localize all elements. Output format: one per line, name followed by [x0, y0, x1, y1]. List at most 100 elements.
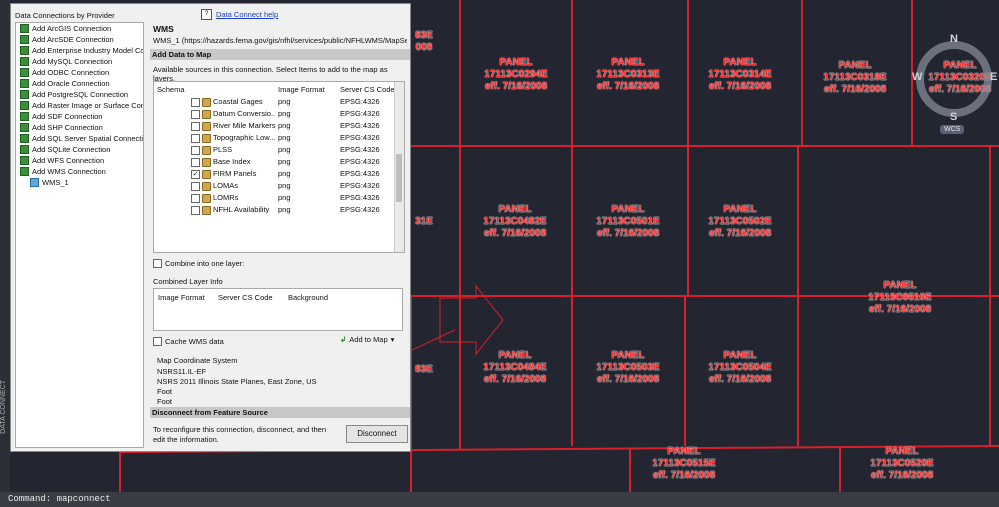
layer-format: png [278, 133, 291, 142]
connection-icon [20, 145, 29, 154]
layers-table[interactable]: Schema Image Format Server CS Code Coast… [153, 81, 405, 253]
layer-name: LOMRs [213, 193, 239, 202]
help-link-group[interactable]: ? Data Connect help [201, 9, 278, 20]
add-to-map-button[interactable]: ↲ Add to Map ▾ [340, 335, 394, 344]
layer-cs: EPSG:4326 [340, 121, 380, 130]
panel-label: PANEL 17113C0482E eff. 7/16/2008 [483, 204, 547, 239]
column-header-cs[interactable]: Server CS Code [340, 85, 395, 94]
layer-row[interactable]: LOMRs png EPSG:4326 [154, 192, 394, 204]
layer-checkbox[interactable] [191, 146, 200, 155]
disconnect-description: To reconfigure this connection, disconne… [153, 425, 327, 444]
provider-label: Add Raster Image or Surface Con [32, 101, 143, 110]
layer-row-firm-panels[interactable]: ✓ FIRM Panels png EPSG:4326 [154, 168, 394, 180]
layer-icon [202, 134, 211, 143]
cache-checkbox[interactable] [153, 337, 162, 346]
layer-row[interactable]: NFHL Availability png EPSG:4326 [154, 204, 394, 216]
providers-title: Data Connections by Provider [15, 11, 115, 20]
layer-cs: EPSG:4326 [340, 205, 380, 214]
layer-checkbox[interactable] [191, 206, 200, 215]
layer-cs: EPSG:4326 [340, 109, 380, 118]
compass-north[interactable]: N [950, 33, 958, 45]
compass-ring-icon [916, 41, 992, 117]
panel-label: PANEL 17113C0501E eff. 7/16/2008 [596, 204, 660, 239]
panel-label: PANEL 17113C0318E eff. 7/16/2008 [823, 60, 887, 95]
disconnect-button[interactable]: Disconnect [346, 425, 408, 443]
provider-item[interactable]: Add SHP Connection [16, 122, 143, 133]
mcs-code: NSRS11.IL-EF [157, 367, 207, 376]
panel-label: PANEL 17113C0504E eff. 7/16/2008 [708, 350, 772, 385]
provider-label: Add MySQL Connection [32, 57, 113, 66]
providers-tree[interactable]: Add ArcGIS Connection Add ArcSDE Connect… [15, 22, 144, 448]
wcs-menu[interactable]: WCS [940, 125, 965, 134]
provider-item[interactable]: Add Oracle Connection [16, 78, 143, 89]
layer-checkbox[interactable] [191, 122, 200, 131]
command-line[interactable]: Command: mapconnect [0, 492, 999, 507]
combine-option[interactable]: Combine into one layer: [153, 259, 244, 268]
layer-name: Base Index [213, 157, 251, 166]
layer-row[interactable]: PLSS png EPSG:4326 [154, 144, 394, 156]
layer-name: FIRM Panels [213, 169, 257, 178]
provider-item[interactable]: Add MySQL Connection [16, 56, 143, 67]
connection-wms-1[interactable]: WMS_1 [16, 177, 143, 188]
scrollbar-thumb[interactable] [396, 154, 402, 202]
provider-item[interactable]: Add ODBC Connection [16, 67, 143, 78]
combine-checkbox[interactable] [153, 259, 162, 268]
layer-checkbox[interactable] [191, 98, 200, 107]
partial-panel-label: 83E [415, 30, 433, 41]
layer-name: River Mile Markers [213, 121, 275, 130]
layer-format: png [278, 193, 291, 202]
viewcube-compass[interactable]: N S E W [910, 33, 998, 123]
provider-item[interactable]: Add SDF Connection [16, 111, 143, 122]
provider-item[interactable]: Add WFS Connection [16, 155, 143, 166]
layers-scrollbar[interactable] [394, 82, 404, 252]
layer-icon [202, 158, 211, 167]
help-link[interactable]: Data Connect help [216, 10, 278, 19]
layer-format: png [278, 145, 291, 154]
combined-layer-info-title: Combined Layer Info [153, 277, 223, 286]
provider-item[interactable]: Add Raster Image or Surface Con [16, 100, 143, 111]
layer-icon [202, 170, 211, 179]
compass-east[interactable]: E [990, 71, 997, 83]
layer-row[interactable]: Coastal Gages png EPSG:4326 [154, 96, 394, 108]
layer-row[interactable]: LOMAs png EPSG:4326 [154, 180, 394, 192]
compass-south[interactable]: S [950, 111, 957, 123]
provider-item[interactable]: Add Enterprise Industry Model Co [16, 45, 143, 56]
dropdown-arrow-icon[interactable]: ▾ [391, 335, 395, 344]
provider-item[interactable]: Add PostgreSQL Connection [16, 89, 143, 100]
help-icon[interactable]: ? [201, 9, 212, 20]
layer-name: Coastal Gages [213, 97, 263, 106]
layer-icon [202, 122, 211, 131]
provider-item-wms[interactable]: Add WMS Connection [16, 166, 143, 177]
provider-item[interactable]: Add ArcSDE Connection [16, 34, 143, 45]
layer-checkbox[interactable] [191, 194, 200, 203]
cache-option[interactable]: Cache WMS data [153, 337, 224, 346]
layer-row[interactable]: Datum Conversio... png EPSG:4326 [154, 108, 394, 120]
column-header-schema[interactable]: Schema [157, 85, 185, 94]
layer-row[interactable]: River Mile Markers png EPSG:4326 [154, 120, 394, 132]
connection-icon [20, 24, 29, 33]
provider-item[interactable]: Add SQL Server Spatial Connectio [16, 133, 143, 144]
provider-item[interactable]: Add SQLite Connection [16, 144, 143, 155]
layer-checkbox[interactable] [191, 110, 200, 119]
compass-west[interactable]: W [912, 71, 922, 83]
globe-icon [30, 178, 39, 187]
mcs-unit: Foot [157, 397, 173, 406]
layer-icon [202, 206, 211, 215]
layer-row[interactable]: Base Index png EPSG:4326 [154, 156, 394, 168]
layer-checkbox[interactable] [191, 134, 200, 143]
data-connect-dialog: Data Connections by Provider ? Data Conn… [10, 3, 411, 452]
layer-row[interactable]: Topographic Low... png EPSG:4326 [154, 132, 394, 144]
column-header-format[interactable]: Image Format [278, 85, 325, 94]
combined-layer-grid[interactable]: Image Format Server CS Code Background [153, 288, 403, 331]
provider-label: Add ArcGIS Connection [32, 24, 112, 33]
provider-item[interactable]: Add ArcGIS Connection [16, 23, 143, 34]
layer-checkbox[interactable] [191, 182, 200, 191]
layer-cs: EPSG:4326 [340, 169, 380, 178]
layer-name: Topographic Low... [213, 133, 275, 142]
add-to-map-label: Add to Map [349, 335, 388, 344]
layer-checkbox-checked[interactable]: ✓ [191, 170, 200, 179]
layer-checkbox[interactable] [191, 158, 200, 167]
provider-label: Add ArcSDE Connection [32, 35, 114, 44]
side-palette-strip: DATA CONNECT [0, 0, 10, 492]
layer-cs: EPSG:4326 [340, 157, 380, 166]
